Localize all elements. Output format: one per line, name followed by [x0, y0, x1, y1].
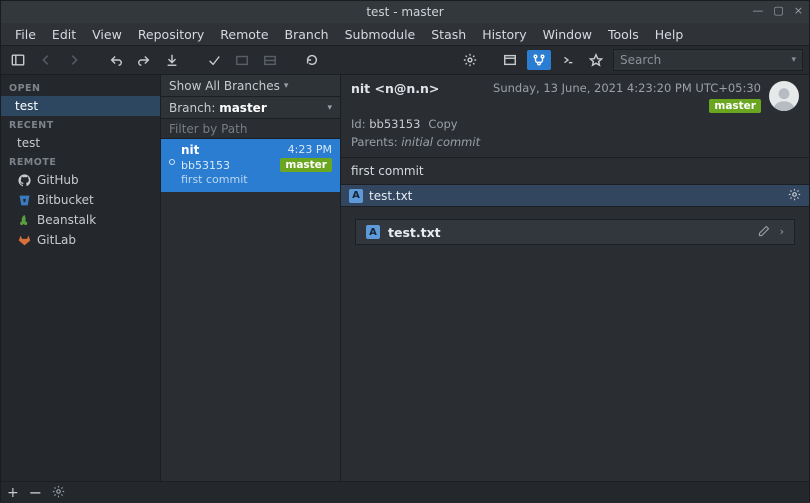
avatar	[769, 81, 799, 111]
sidebar-remote-gitlab[interactable]: GitLab	[1, 230, 160, 250]
changed-file-row[interactable]: A test.txt	[341, 185, 809, 207]
search-input[interactable]: Search ▾	[613, 49, 803, 71]
bitbucket-icon	[17, 193, 31, 207]
menu-file[interactable]: File	[7, 25, 44, 44]
menu-stash[interactable]: Stash	[423, 25, 474, 44]
sidebar-open-item-test[interactable]: test	[1, 96, 160, 116]
nav-back-button[interactable]	[35, 49, 57, 71]
sidebar-item-label: GitLab	[37, 233, 76, 247]
sidebar: OPEN test RECENT test REMOTE GitHub Bitb…	[1, 75, 161, 481]
search-placeholder: Search	[620, 53, 661, 67]
undo-button[interactable]	[105, 49, 127, 71]
window-maximize-icon[interactable]: ▢	[773, 4, 783, 17]
show-all-branches-dropdown[interactable]: Show All Branches▾	[161, 75, 340, 97]
menu-history[interactable]: History	[474, 25, 534, 44]
pull-button[interactable]	[161, 49, 183, 71]
remove-button[interactable]: −	[29, 483, 42, 502]
sidebar-recent-item-test[interactable]: test	[1, 133, 160, 153]
sidebar-header-remote: REMOTE	[1, 153, 160, 170]
menu-submodule[interactable]: Submodule	[337, 25, 424, 44]
window-close-icon[interactable]: ×	[794, 4, 803, 17]
menu-window[interactable]: Window	[535, 25, 600, 44]
window-minimize-icon[interactable]: —	[752, 4, 763, 17]
diff-file-header[interactable]: A test.txt ›	[355, 219, 795, 245]
sidebar-item-label: test	[17, 136, 40, 150]
menu-repository[interactable]: Repository	[130, 25, 212, 44]
toolbar: Search ▾	[1, 45, 809, 75]
stage-button[interactable]	[231, 49, 253, 71]
commit-hash: bb53153	[181, 159, 230, 172]
commit-list-panel: Show All Branches▾ Branch: master ▾ Filt…	[161, 75, 341, 481]
file-status-added-icon: A	[366, 225, 380, 239]
commit-message: first commit	[181, 173, 332, 186]
sidebar-remote-bitbucket[interactable]: Bitbucket	[1, 190, 160, 210]
commit-detail-panel: nit <n@n.n> Sunday, 13 June, 2021 4:23:2…	[341, 75, 809, 481]
menu-bar: File Edit View Repository Remote Branch …	[1, 23, 809, 45]
settings-button[interactable]	[52, 485, 65, 501]
add-button[interactable]: +	[7, 485, 19, 501]
detail-date: Sunday, 13 June, 2021 4:23:20 PM UTC+05:…	[493, 81, 761, 95]
status-bar: + −	[1, 481, 809, 503]
chevron-down-icon: ▾	[791, 55, 796, 65]
gear-icon[interactable]	[788, 188, 801, 204]
refresh-button[interactable]	[301, 49, 323, 71]
commit-button[interactable]	[203, 49, 225, 71]
sidebar-item-label: test	[15, 99, 38, 113]
copy-button[interactable]: Copy	[428, 117, 457, 131]
window-titlebar: test - master — ▢ ×	[1, 1, 809, 23]
window-title: test - master	[366, 5, 443, 19]
chevron-down-icon: ▾	[284, 81, 289, 91]
sidebar-toggle-button[interactable]	[7, 49, 29, 71]
chevron-down-icon: ▾	[327, 103, 332, 113]
detail-author: nit <n@n.n>	[351, 81, 439, 96]
sidebar-item-label: Beanstalk	[37, 213, 96, 227]
branch-badge: master	[280, 158, 332, 172]
beanstalk-icon	[17, 213, 31, 227]
commit-graph-node-icon	[169, 159, 175, 165]
view-mode-graph-button[interactable]	[527, 50, 551, 70]
sidebar-remote-beanstalk[interactable]: Beanstalk	[1, 210, 160, 230]
github-icon	[17, 173, 31, 187]
nav-forward-button[interactable]	[63, 49, 85, 71]
file-status-added-icon: A	[349, 189, 363, 203]
detail-commit-message: first commit	[341, 158, 809, 185]
star-button[interactable]	[585, 49, 607, 71]
menu-remote[interactable]: Remote	[212, 25, 276, 44]
commit-time: 4:23 PM	[288, 143, 332, 157]
commit-author: nit	[181, 143, 199, 157]
menu-view[interactable]: View	[84, 25, 130, 44]
sidebar-remote-github[interactable]: GitHub	[1, 170, 160, 190]
menu-help[interactable]: Help	[647, 25, 692, 44]
branch-selector[interactable]: Branch: master ▾	[161, 97, 340, 119]
chevron-right-icon[interactable]: ›	[780, 225, 784, 240]
redo-button[interactable]	[133, 49, 155, 71]
diff-file-name: test.txt	[388, 225, 441, 240]
edit-icon[interactable]	[758, 225, 770, 240]
gitlab-icon	[17, 233, 31, 247]
view-mode-list-button[interactable]	[499, 49, 521, 71]
file-name: test.txt	[369, 189, 412, 203]
unstage-button[interactable]	[259, 49, 281, 71]
sidebar-header-open: OPEN	[1, 79, 160, 96]
terminal-button[interactable]	[557, 49, 579, 71]
filter-by-path-input[interactable]: Filter by Path	[161, 119, 340, 139]
sidebar-item-label: Bitbucket	[37, 193, 94, 207]
settings-icon[interactable]	[459, 49, 481, 71]
sidebar-item-label: GitHub	[37, 173, 79, 187]
menu-edit[interactable]: Edit	[44, 25, 84, 44]
menu-branch[interactable]: Branch	[277, 25, 337, 44]
branch-badge: master	[709, 99, 761, 113]
commit-list-item[interactable]: nit 4:23 PM bb53153 master first commit	[161, 139, 340, 192]
sidebar-header-recent: RECENT	[1, 116, 160, 133]
menu-tools[interactable]: Tools	[600, 25, 647, 44]
